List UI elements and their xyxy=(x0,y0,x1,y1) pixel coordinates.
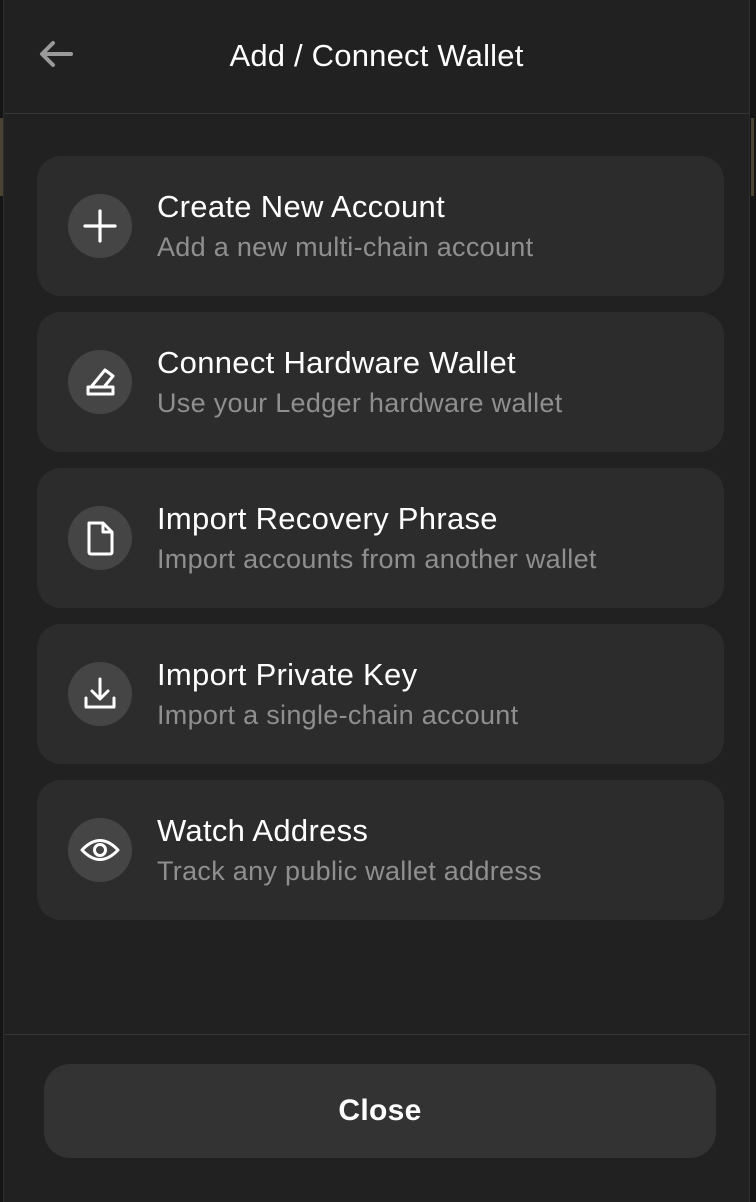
footer: Close xyxy=(4,1034,749,1202)
option-title: Create New Account xyxy=(157,189,445,224)
import-private-key-option[interactable]: Import Private Key Import a single-chain… xyxy=(37,624,724,764)
page-title: Add / Connect Wallet xyxy=(229,38,524,73)
close-button[interactable]: Close xyxy=(44,1064,716,1158)
wallet-options-list: Create New Account Add a new multi-chain… xyxy=(37,156,724,936)
right-edge-accent xyxy=(751,118,754,196)
option-subtitle: Use your Ledger hardware wallet xyxy=(157,388,563,418)
option-title: Connect Hardware Wallet xyxy=(157,345,516,380)
create-new-account-option[interactable]: Create New Account Add a new multi-chain… xyxy=(37,156,724,296)
add-connect-wallet-panel: Add / Connect Wallet Create New Account … xyxy=(3,0,750,1202)
option-subtitle: Track any public wallet address xyxy=(157,856,542,886)
import-recovery-phrase-option[interactable]: Import Recovery Phrase Import accounts f… xyxy=(37,468,724,608)
hardware-wallet-icon xyxy=(68,350,132,414)
watch-address-option[interactable]: Watch Address Track any public wallet ad… xyxy=(37,780,724,920)
download-icon xyxy=(68,662,132,726)
document-icon xyxy=(68,506,132,570)
plus-icon xyxy=(68,194,132,258)
option-subtitle: Import a single-chain account xyxy=(157,700,519,730)
option-subtitle: Import accounts from another wallet xyxy=(157,544,597,574)
connect-hardware-wallet-option[interactable]: Connect Hardware Wallet Use your Ledger … xyxy=(37,312,724,452)
option-title: Import Recovery Phrase xyxy=(157,501,498,536)
option-title: Import Private Key xyxy=(157,657,418,692)
eye-icon xyxy=(68,818,132,882)
header: Add / Connect Wallet xyxy=(4,0,749,114)
option-subtitle: Add a new multi-chain account xyxy=(157,232,534,262)
option-title: Watch Address xyxy=(157,813,369,848)
